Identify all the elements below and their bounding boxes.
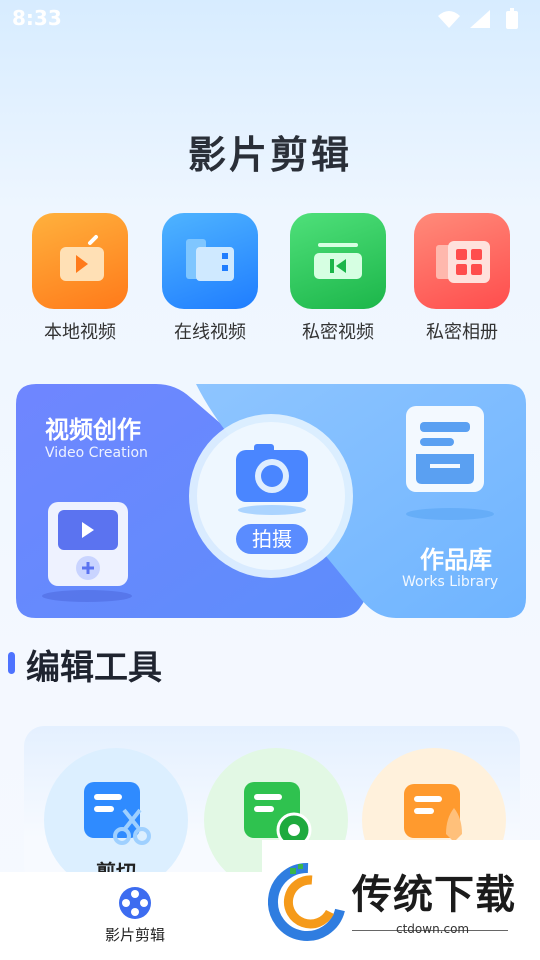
status-time: 8:33 <box>12 6 62 30</box>
wifi-icon <box>438 11 460 28</box>
rewind-video-icon <box>314 243 362 279</box>
camera-icon[interactable] <box>232 440 312 516</box>
watermark-url: ctdown.com <box>396 922 470 936</box>
signal-icon <box>470 10 490 28</box>
nav-label-editor[interactable]: 影片剪辑 <box>92 924 178 945</box>
tile-local-video[interactable] <box>32 213 128 309</box>
shoot-button[interactable]: 拍摄 <box>236 524 308 554</box>
video-device-icon[interactable] <box>40 496 140 606</box>
battery-icon <box>506 11 518 29</box>
tile-private-video[interactable] <box>290 213 386 309</box>
film-folder-icon <box>186 239 234 281</box>
works-library-icon[interactable] <box>402 404 512 524</box>
grid-album-icon <box>436 241 490 283</box>
video-creation-title[interactable]: 视频创作 <box>45 410 141 445</box>
tile-label-online-video: 在线视频 <box>174 322 246 343</box>
film-reel-icon[interactable] <box>118 886 152 920</box>
tile-label-private-video: 私密视频 <box>302 322 374 343</box>
works-library-subtitle: Works Library <box>402 574 499 590</box>
tile-label-local-video: 本地视频 <box>44 322 116 343</box>
watermark-text: 传统下载 <box>352 872 516 918</box>
tile-private-album[interactable] <box>414 213 510 309</box>
tile-online-video[interactable] <box>162 213 258 309</box>
section-accent-bar <box>8 652 15 674</box>
status-bar: 8:33 <box>0 0 540 36</box>
works-library-title[interactable]: 作品库 <box>420 540 492 575</box>
page-title: 影片剪辑 <box>187 133 352 177</box>
video-creation-subtitle: Video Creation <box>45 445 148 461</box>
tile-label-private-album: 私密相册 <box>426 322 498 343</box>
watermark-logo-icon <box>268 862 345 941</box>
status-icons <box>438 8 518 29</box>
section-title: 编辑工具 <box>26 648 162 688</box>
play-tv-icon <box>60 235 104 281</box>
